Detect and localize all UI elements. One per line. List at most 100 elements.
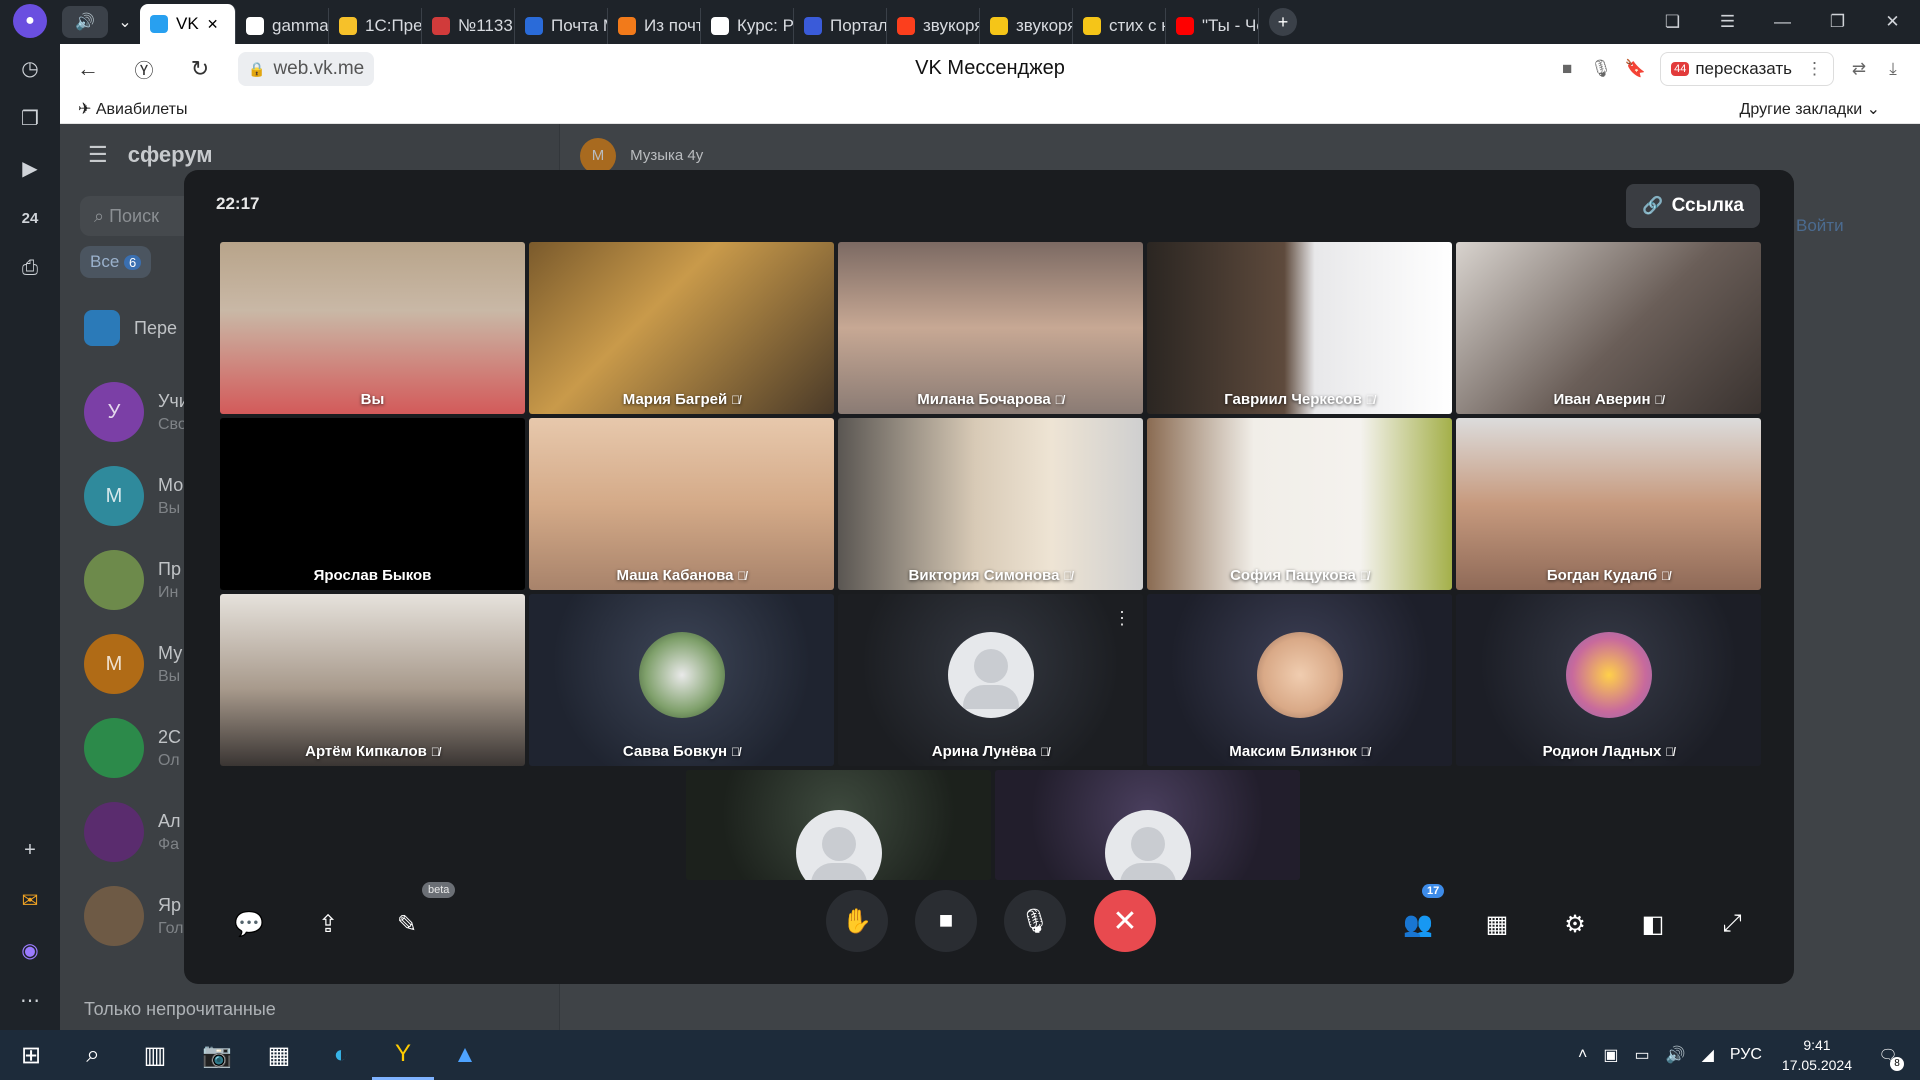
microphone-button[interactable]: 🎙 [1004, 890, 1066, 952]
browser-tab[interactable]: Почта М [515, 8, 608, 44]
settings-icon[interactable]: ⚙ [1555, 904, 1595, 944]
new-tab-button[interactable]: + [1269, 8, 1297, 36]
participant-tile[interactable]: Максим Близнюк 🎙̸ [1147, 594, 1452, 766]
filter-all-chip[interactable]: Все 6 [80, 246, 152, 278]
participant-tile[interactable] [686, 770, 991, 880]
reload-icon[interactable]: ↻ [172, 56, 228, 82]
battery-icon[interactable]: ▭ [1635, 1045, 1650, 1065]
notifications-icon[interactable]: 🗨 8 [1870, 1037, 1906, 1073]
yandex-icon[interactable]: Ⓨ [116, 56, 172, 83]
whiteboard-icon[interactable]: ✎ [387, 904, 427, 944]
chat-avatar: У [84, 382, 144, 442]
participant-tile[interactable]: Савва Бовкун 🎙̸ [529, 594, 834, 766]
browser-tab[interactable]: VK ✕ [140, 4, 236, 44]
mic-permission-icon[interactable]: 🎙 [1584, 59, 1618, 79]
retell-button[interactable]: 44 пересказать ⋮ [1660, 52, 1834, 86]
volume-icon[interactable]: 🔊 [1666, 1045, 1686, 1065]
browser-tab[interactable]: "Ты - Че [1166, 8, 1259, 44]
menu-icon[interactable]: ☰ [88, 142, 108, 168]
browser-tab[interactable]: Портал [794, 8, 887, 44]
call-controls: 💬 ⇪ ✎ beta ✋ ■ 🎙 ✕ 👥 17 ▦ ⚙ ◧ ⤢ [184, 882, 1794, 960]
close-tab-icon[interactable]: ✕ [207, 16, 219, 33]
screenshot-icon[interactable]: ⎙ [10, 248, 50, 288]
raise-hand-button[interactable]: ✋ [826, 890, 888, 952]
alice-icon[interactable]: ◉ [10, 930, 50, 970]
camera-button[interactable]: ■ [915, 890, 977, 952]
browser-menu-icon[interactable]: ☰ [1700, 12, 1755, 32]
browser-tab[interactable]: gamma [236, 8, 329, 44]
chat-icon[interactable]: 💬 [229, 904, 269, 944]
tab-groups-icon[interactable]: ❏ [1645, 12, 1700, 32]
calculator-icon[interactable]: ▦ [248, 1030, 310, 1080]
history-icon[interactable]: ◷ [10, 48, 50, 88]
profile-icon[interactable]: ● [13, 4, 47, 38]
tray-clock[interactable]: 9:41 17.05.2024 [1782, 1035, 1852, 1075]
meet-icon[interactable]: ▣ [1603, 1045, 1618, 1065]
tab-strip: 🔊 ⌄ VK ✕ gamma 1С:Пред №1133 Почта М Из почт Ку… [60, 0, 1920, 44]
tray-chevron-icon[interactable]: ˄ [1578, 1046, 1587, 1064]
back-icon[interactable]: ← [60, 56, 116, 82]
collections-icon[interactable]: ❐ [10, 98, 50, 138]
participant-tile[interactable]: Мария Багрей 🎙̸ [529, 242, 834, 414]
tab-favicon-icon [804, 17, 822, 35]
participant-tile[interactable]: Вы [220, 242, 525, 414]
camera-app-icon[interactable]: 📷 [186, 1030, 248, 1080]
participants-icon[interactable]: 👥 [1398, 904, 1438, 944]
copy-link-button[interactable]: 🔗 Ссылка [1626, 184, 1760, 228]
participant-tile[interactable]: Милана Бочарова 🎙̸ [838, 242, 1143, 414]
screen-share-icon[interactable]: ⇪ [308, 904, 348, 944]
login-link[interactable]: Войти [1796, 216, 1844, 236]
layout-icon[interactable]: ▦ [1477, 904, 1517, 944]
participant-tile[interactable]: Маша Кабанова 🎙̸ [529, 418, 834, 590]
camera-permission-icon[interactable]: ■ [1550, 59, 1584, 79]
call-time: 22:17 [216, 194, 260, 213]
participant-tile[interactable] [995, 770, 1300, 880]
fullscreen-icon[interactable]: ⤢ [1712, 904, 1752, 944]
add-panel-icon[interactable]: + [10, 830, 50, 870]
participant-tile[interactable]: Иван Аверин 🎙̸ [1456, 242, 1761, 414]
tile-more-icon[interactable]: ⋮ [1113, 608, 1131, 629]
browser-tab[interactable]: 1С:Пред [329, 8, 422, 44]
bookmark-icon[interactable]: 🔖 [1618, 59, 1652, 79]
browser-tab[interactable]: №1133 [422, 8, 515, 44]
participant-tile[interactable]: Артём Кипкалов 🎙̸ [220, 594, 525, 766]
browser-tab[interactable]: звукоря [887, 8, 980, 44]
participant-tile[interactable]: ⋮ Арина Лунёва 🎙̸ [838, 594, 1143, 766]
video-icon[interactable]: ▶ [10, 148, 50, 188]
unread-only-toggle[interactable]: Только непрочитанные [84, 999, 276, 1020]
browser-tab[interactable]: стих с н [1073, 8, 1166, 44]
bookmark-flights[interactable]: ✈ Авиабилеты [78, 99, 188, 119]
url-field[interactable]: 🔒 web.vk.me [238, 52, 375, 86]
browser-tab[interactable]: Курс: Ро [701, 8, 794, 44]
minimize-call-icon[interactable]: ◧ [1633, 904, 1673, 944]
other-bookmarks[interactable]: Другие закладки ⌄ [1740, 99, 1880, 119]
minimize-icon[interactable]: — [1755, 12, 1810, 32]
end-call-button[interactable]: ✕ [1094, 890, 1156, 952]
mail-app-icon[interactable]: ✉ [10, 880, 50, 920]
network-icon[interactable]: ◢ [1702, 1045, 1714, 1065]
close-window-icon[interactable]: ✕ [1865, 12, 1920, 32]
participant-tile[interactable]: Виктория Симонова 🎙̸ [838, 418, 1143, 590]
search-icon[interactable]: ⌕ [62, 1030, 124, 1080]
news-24-icon[interactable]: 24 [10, 198, 50, 238]
tabs-menu-chevron-icon[interactable]: ⌄ [110, 6, 140, 38]
task-view-icon[interactable]: ▥ [124, 1030, 186, 1080]
participant-tile[interactable]: Богдан Кудалб 🎙̸ [1456, 418, 1761, 590]
participant-tile[interactable]: Ярослав Быков [220, 418, 525, 590]
browser-tab[interactable]: Из почт [608, 8, 701, 44]
browser-tab[interactable]: звукоря [980, 8, 1073, 44]
participant-tile[interactable]: София Пацукова 🎙̸ [1147, 418, 1452, 590]
yandex-browser-icon[interactable]: Y [372, 1030, 434, 1080]
participant-tile[interactable]: Родион Ладных 🎙̸ [1456, 594, 1761, 766]
participant-tile[interactable]: Гавриил Черкесов 🎙̸ [1147, 242, 1452, 414]
download-icon[interactable]: ⤓ [1876, 59, 1910, 79]
photos-app-icon[interactable]: ▲ [434, 1030, 496, 1080]
retell-more-icon[interactable]: ⋮ [1806, 59, 1823, 79]
restore-icon[interactable]: ❐ [1810, 12, 1865, 32]
sound-icon[interactable]: 🔊 [62, 6, 108, 38]
language-indicator[interactable]: РУС [1730, 1046, 1762, 1064]
more-panel-icon[interactable]: ⋯ [10, 980, 50, 1020]
start-icon[interactable]: ⊞ [0, 1030, 62, 1080]
translate-icon[interactable]: ⇄ [1842, 59, 1876, 79]
edge-icon[interactable]: ◐ [310, 1030, 372, 1080]
